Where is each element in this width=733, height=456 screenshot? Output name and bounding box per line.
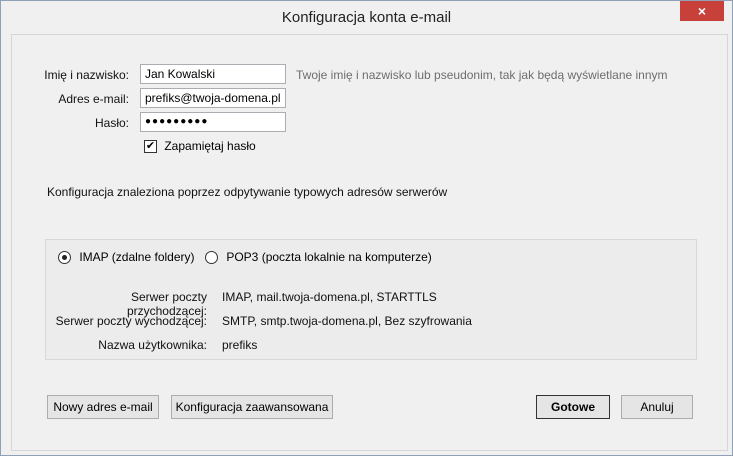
email-label: Adres e-mail: xyxy=(58,92,129,106)
close-button[interactable]: × xyxy=(680,1,724,21)
dialog-content: Imię i nazwisko: Jan Kowalski Twoje imię… xyxy=(11,34,728,451)
pop3-radio[interactable] xyxy=(205,251,218,265)
window-title: Konfiguracja konta e-mail xyxy=(281,9,452,26)
name-hint: Twoje imię i nazwisko lub pseudonim, tak… xyxy=(296,68,668,82)
advanced-config-button[interactable]: Konfiguracja zaawansowana xyxy=(171,395,333,419)
imap-radio[interactable] xyxy=(58,251,71,265)
close-icon: × xyxy=(697,3,707,19)
incoming-server-value: IMAP, mail.twoja-domena.pl, STARTTLS xyxy=(222,290,437,304)
cancel-button[interactable]: Anuluj xyxy=(621,395,693,419)
outgoing-server-label: Serwer poczty wychodzącej: xyxy=(55,314,207,328)
name-label: Imię i nazwisko: xyxy=(44,68,129,82)
remember-password-checkbox[interactable]: ✔ xyxy=(144,140,157,154)
remember-password-row[interactable]: ✔ Zapamiętaj hasło xyxy=(144,139,256,154)
remember-password-label: Zapamiętaj hasło xyxy=(164,139,256,153)
outgoing-server-value: SMTP, smtp.twoja-domena.pl, Bez szyfrowa… xyxy=(222,314,472,328)
username-label: Nazwa użytkownika: xyxy=(98,338,207,352)
status-text: Konfiguracja znaleziona poprzez odpytywa… xyxy=(47,185,448,199)
dialog-window: Konfiguracja konta e-mail × Imię i nazwi… xyxy=(0,0,733,456)
title-bar: Konfiguracja konta e-mail × xyxy=(1,1,732,34)
checkmark-icon: ✔ xyxy=(145,140,156,153)
imap-option[interactable]: IMAP (zdalne foldery) xyxy=(58,250,195,265)
imap-label: IMAP (zdalne foldery) xyxy=(79,250,195,264)
name-field[interactable]: Jan Kowalski xyxy=(140,64,286,84)
email-field[interactable]: prefiks@twoja-domena.pl xyxy=(140,88,286,108)
server-settings-panel: IMAP (zdalne foldery) POP3 (poczta lokal… xyxy=(45,239,697,360)
pop3-label: POP3 (poczta lokalnie na komputerze) xyxy=(226,250,432,264)
pop3-option[interactable]: POP3 (poczta lokalnie na komputerze) xyxy=(205,250,432,265)
password-label: Hasło: xyxy=(94,116,129,130)
done-button[interactable]: Gotowe xyxy=(536,395,610,419)
password-field[interactable]: ●●●●●●●●● xyxy=(140,112,286,132)
new-email-button[interactable]: Nowy adres e-mail xyxy=(47,395,159,419)
username-value: prefiks xyxy=(222,338,258,352)
